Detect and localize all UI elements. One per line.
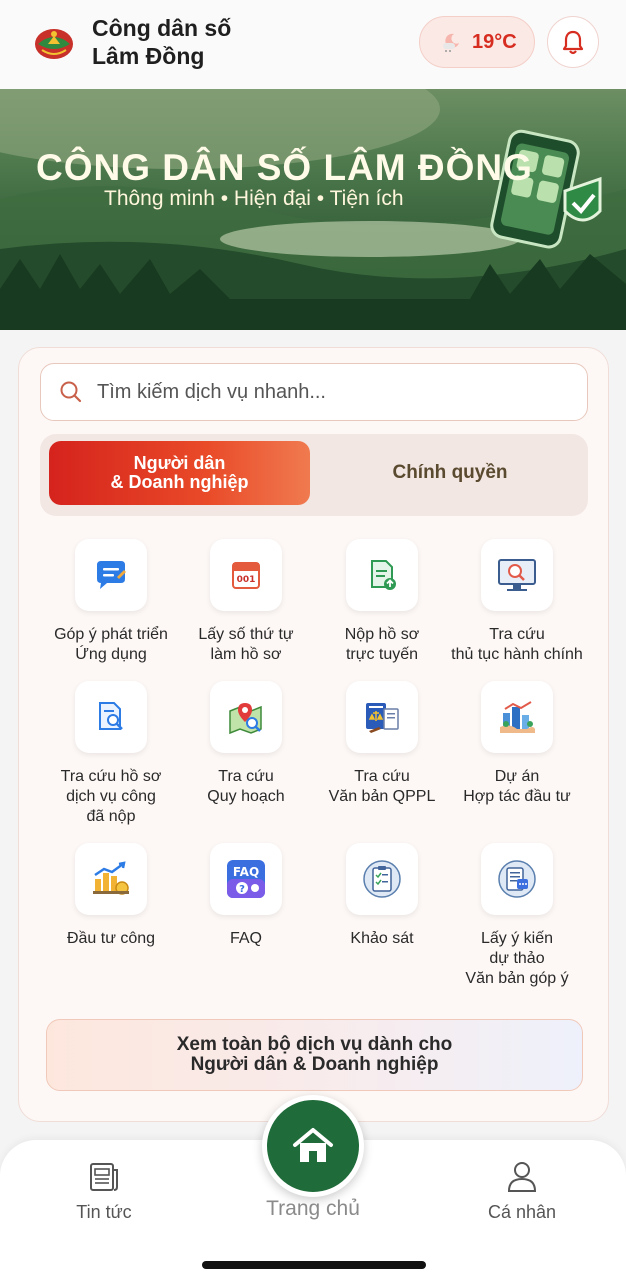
investment-project-icon xyxy=(481,681,553,753)
upload-document-icon xyxy=(346,539,418,611)
survey-icon xyxy=(346,843,418,915)
service-queue-number[interactable]: 001 Lấy số thứ tự làm hồ sơ xyxy=(178,539,314,665)
tab-citizens-business[interactable]: Người dân & Doanh nghiệp xyxy=(49,441,310,505)
service-public-investment[interactable]: Đầu tư công xyxy=(43,843,179,949)
notification-button[interactable] xyxy=(547,16,599,68)
hero-banner[interactable]: CÔNG DÂN SỐ LÂM ĐỒNG Thông minh • Hiện đ… xyxy=(0,89,626,330)
app-header: Công dân số Lâm Đồng 19°C xyxy=(0,0,626,89)
app-title-line1: Công dân số xyxy=(92,15,232,41)
service-draft-opinion[interactable]: Lấy ý kiến dự thảo Văn bản góp ý xyxy=(449,843,585,989)
service-label: FAQ xyxy=(229,930,262,947)
audience-segmented-control: Người dân & Doanh nghiệp Chính quyền xyxy=(40,434,588,516)
app-title: Công dân số Lâm Đồng xyxy=(92,14,231,70)
service-label: Đầu tư công xyxy=(66,930,156,947)
nav-news-label: Tin tức xyxy=(76,1202,132,1222)
service-label: Nộp hồ sơ trực tuyến xyxy=(344,626,420,663)
search-icon xyxy=(60,381,82,403)
weather-widget[interactable]: 19°C xyxy=(419,16,535,68)
search-procedure-icon xyxy=(481,539,553,611)
view-all-line2: Người dân & Doanh nghiệp xyxy=(190,1054,439,1075)
faq-icon: FAQ? xyxy=(210,843,282,915)
service-label: Tra cứu hồ sơ dịch vụ công đã nộp xyxy=(60,768,162,825)
service-survey[interactable]: Khảo sát xyxy=(314,843,450,949)
partly-cloudy-night-icon xyxy=(443,33,459,52)
search-bar[interactable] xyxy=(40,363,588,421)
service-faq[interactable]: FAQ? FAQ xyxy=(178,843,314,949)
service-label: Tra cứu Quy hoạch xyxy=(207,768,285,805)
newspaper-icon xyxy=(90,1163,118,1191)
nav-home-label[interactable]: Trang chủ xyxy=(243,1197,383,1221)
service-submitted-lookup[interactable]: Tra cứu hồ sơ dịch vụ công đã nộp xyxy=(43,681,179,827)
weather-temperature: 19°C xyxy=(472,30,517,53)
app-title-line2: Lâm Đồng xyxy=(92,43,205,69)
bell-icon xyxy=(562,30,584,55)
service-planning-lookup[interactable]: Tra cứu Quy hoạch xyxy=(178,681,314,807)
home-indicator xyxy=(202,1261,426,1269)
banner-title: CÔNG DÂN SỐ LÂM ĐỒNG xyxy=(36,147,533,188)
view-all-services-button[interactable]: Xem toàn bộ dịch vụ dành cho Người dân &… xyxy=(46,1019,583,1091)
banner-subtitle: Thông minh • Hiện đại • Tiện ích xyxy=(104,187,404,210)
nav-profile-label: Cá nhân xyxy=(487,1202,557,1222)
search-input[interactable] xyxy=(97,380,537,404)
user-icon xyxy=(507,1162,537,1192)
service-label: Tra cứu Văn bản QPPL xyxy=(328,768,436,805)
service-investment-projects[interactable]: Dự án Hợp tác đầu tư xyxy=(449,681,585,807)
service-label: Lấy số thứ tự làm hồ sơ xyxy=(198,626,294,663)
nav-news[interactable]: Tin tức xyxy=(54,1160,154,1223)
service-label: Lấy ý kiến dự thảo Văn bản góp ý xyxy=(465,930,569,987)
nav-home-button[interactable] xyxy=(262,1095,364,1197)
service-online-submission[interactable]: Nộp hồ sơ trực tuyến xyxy=(314,539,450,665)
feedback-chat-icon xyxy=(75,539,147,611)
draft-opinion-icon xyxy=(481,843,553,915)
service-label: Tra cứu thủ tục hành chính xyxy=(451,626,583,663)
home-icon xyxy=(293,1128,333,1162)
nav-profile[interactable]: Cá nhân xyxy=(472,1158,572,1223)
service-feedback[interactable]: Góp ý phát triển Ứng dụng xyxy=(43,539,179,665)
lam-dong-logo-icon xyxy=(35,29,73,59)
services-card: Người dân & Doanh nghiệp Chính quyền Góp… xyxy=(18,347,609,1122)
service-admin-procedures[interactable]: Tra cứu thủ tục hành chính xyxy=(449,539,585,665)
search-document-icon xyxy=(75,681,147,753)
map-search-icon xyxy=(210,681,282,753)
public-investment-icon xyxy=(75,843,147,915)
service-label: Dự án Hợp tác đầu tư xyxy=(463,768,571,805)
queue-ticket-icon: 001 xyxy=(210,539,282,611)
svg-text:FAQ: FAQ xyxy=(233,865,259,879)
tab-citizens-business-line2: & Doanh nghiệp xyxy=(110,472,249,492)
tab-government[interactable]: Chính quyền xyxy=(330,441,570,505)
svg-text:001: 001 xyxy=(237,575,256,585)
svg-text:?: ? xyxy=(239,884,245,895)
service-legal-documents[interactable]: Tra cứu Văn bản QPPL xyxy=(314,681,450,807)
tab-citizens-business-line1: Người dân xyxy=(133,453,226,473)
service-label: Góp ý phát triển Ứng dụng xyxy=(54,626,168,663)
service-label: Khảo sát xyxy=(350,930,414,947)
law-book-icon xyxy=(346,681,418,753)
view-all-line1: Xem toàn bộ dịch vụ dành cho xyxy=(176,1034,453,1055)
